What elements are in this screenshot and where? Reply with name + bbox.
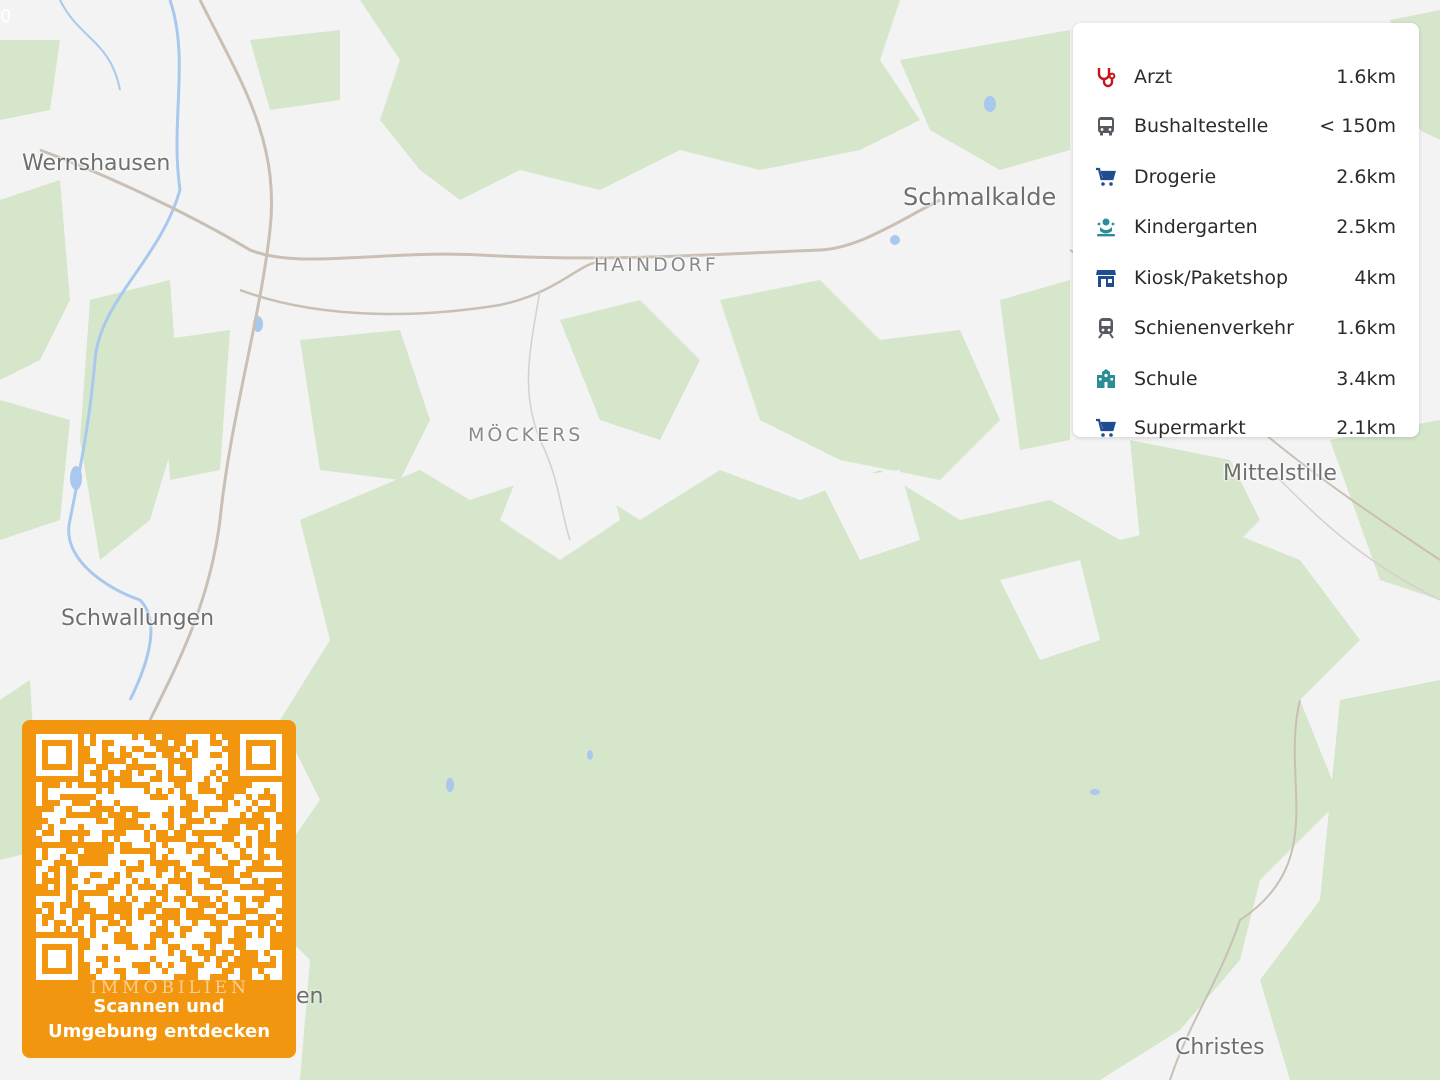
- poi-label: Schienenverkehr: [1134, 317, 1294, 339]
- pond: [70, 466, 82, 490]
- place-label-wernshausen: Wernshausen: [22, 151, 171, 176]
- kindergarten-icon: [1093, 214, 1119, 240]
- poi-distance: < 150m: [1319, 115, 1396, 137]
- poi-distance: 3.4km: [1336, 368, 1396, 390]
- poi-row-bushaltestelle[interactable]: Bushaltestelle < 150m: [1073, 111, 1419, 141]
- poi-distance: 2.1km: [1336, 417, 1396, 439]
- shop-icon: [1093, 265, 1119, 291]
- pond: [587, 750, 593, 760]
- place-label-moeckers: MÖCKERS: [468, 424, 584, 446]
- qr-caption: Scannen und Umgebung entdecken: [22, 994, 296, 1044]
- stethoscope-icon: [1093, 64, 1119, 90]
- edge-marker: 0: [0, 6, 12, 27]
- poi-label: Schule: [1134, 368, 1198, 390]
- poi-row-kiosk[interactable]: Kiosk/Paketshop 4km: [1073, 263, 1419, 293]
- qr-code-card[interactable]: IMMOBILIEN Scannen und Umgebung entdecke…: [22, 720, 296, 1058]
- poi-row-drogerie[interactable]: Drogerie 2.6km: [1073, 162, 1419, 192]
- poi-label: Supermarkt: [1134, 417, 1246, 439]
- forest-area: [160, 330, 230, 480]
- poi-distance: 2.6km: [1336, 166, 1396, 188]
- poi-label: Drogerie: [1134, 166, 1217, 188]
- cart-icon: [1093, 164, 1119, 190]
- forest-area: [0, 400, 70, 540]
- poi-row-supermarkt[interactable]: Supermarkt 2.1km: [1073, 413, 1419, 443]
- poi-distance: 4km: [1354, 267, 1396, 289]
- qr-code-icon[interactable]: [36, 734, 282, 980]
- school-icon: [1093, 366, 1119, 392]
- poi-row-schienenverkehr[interactable]: Schienenverkehr 1.6km: [1073, 313, 1419, 343]
- place-label-haindorf: HAINDORF: [594, 254, 719, 276]
- pond: [890, 235, 900, 245]
- qr-caption-line-1: Scannen und: [93, 996, 225, 1017]
- pond: [984, 96, 996, 112]
- poi-distance: 1.6km: [1336, 317, 1396, 339]
- poi-label: Arzt: [1134, 66, 1173, 88]
- qr-caption-line-2: Umgebung entdecken: [47, 1021, 271, 1042]
- poi-distance-panel: Arzt 1.6km Bushaltestelle < 150m Drogeri…: [1073, 23, 1419, 439]
- place-label-schwallungen: Schwallungen: [61, 606, 215, 631]
- poi-row-kindergarten[interactable]: Kindergarten 2.5km: [1073, 212, 1419, 242]
- poi-label: Bushaltestelle: [1134, 115, 1269, 137]
- place-label-schmalkalden: Schmalkalde: [903, 183, 1057, 211]
- poi-label: Kiosk/Paketshop: [1134, 267, 1289, 289]
- place-label-partial: en: [296, 984, 324, 1009]
- place-label-christes: Christes: [1175, 1035, 1265, 1060]
- forest-area: [250, 470, 1360, 1080]
- poi-row-arzt[interactable]: Arzt 1.6km: [1073, 62, 1419, 92]
- poi-row-schule[interactable]: Schule 3.4km: [1073, 364, 1419, 394]
- bus-icon: [1093, 113, 1119, 139]
- poi-label: Kindergarten: [1134, 216, 1258, 238]
- place-label-mittelstille: Mittelstille: [1223, 461, 1337, 486]
- pond: [1090, 789, 1100, 795]
- pond: [446, 778, 454, 792]
- cart-icon: [1093, 415, 1119, 441]
- train-icon: [1093, 315, 1119, 341]
- poi-distance: 1.6km: [1336, 66, 1396, 88]
- poi-distance: 2.5km: [1336, 216, 1396, 238]
